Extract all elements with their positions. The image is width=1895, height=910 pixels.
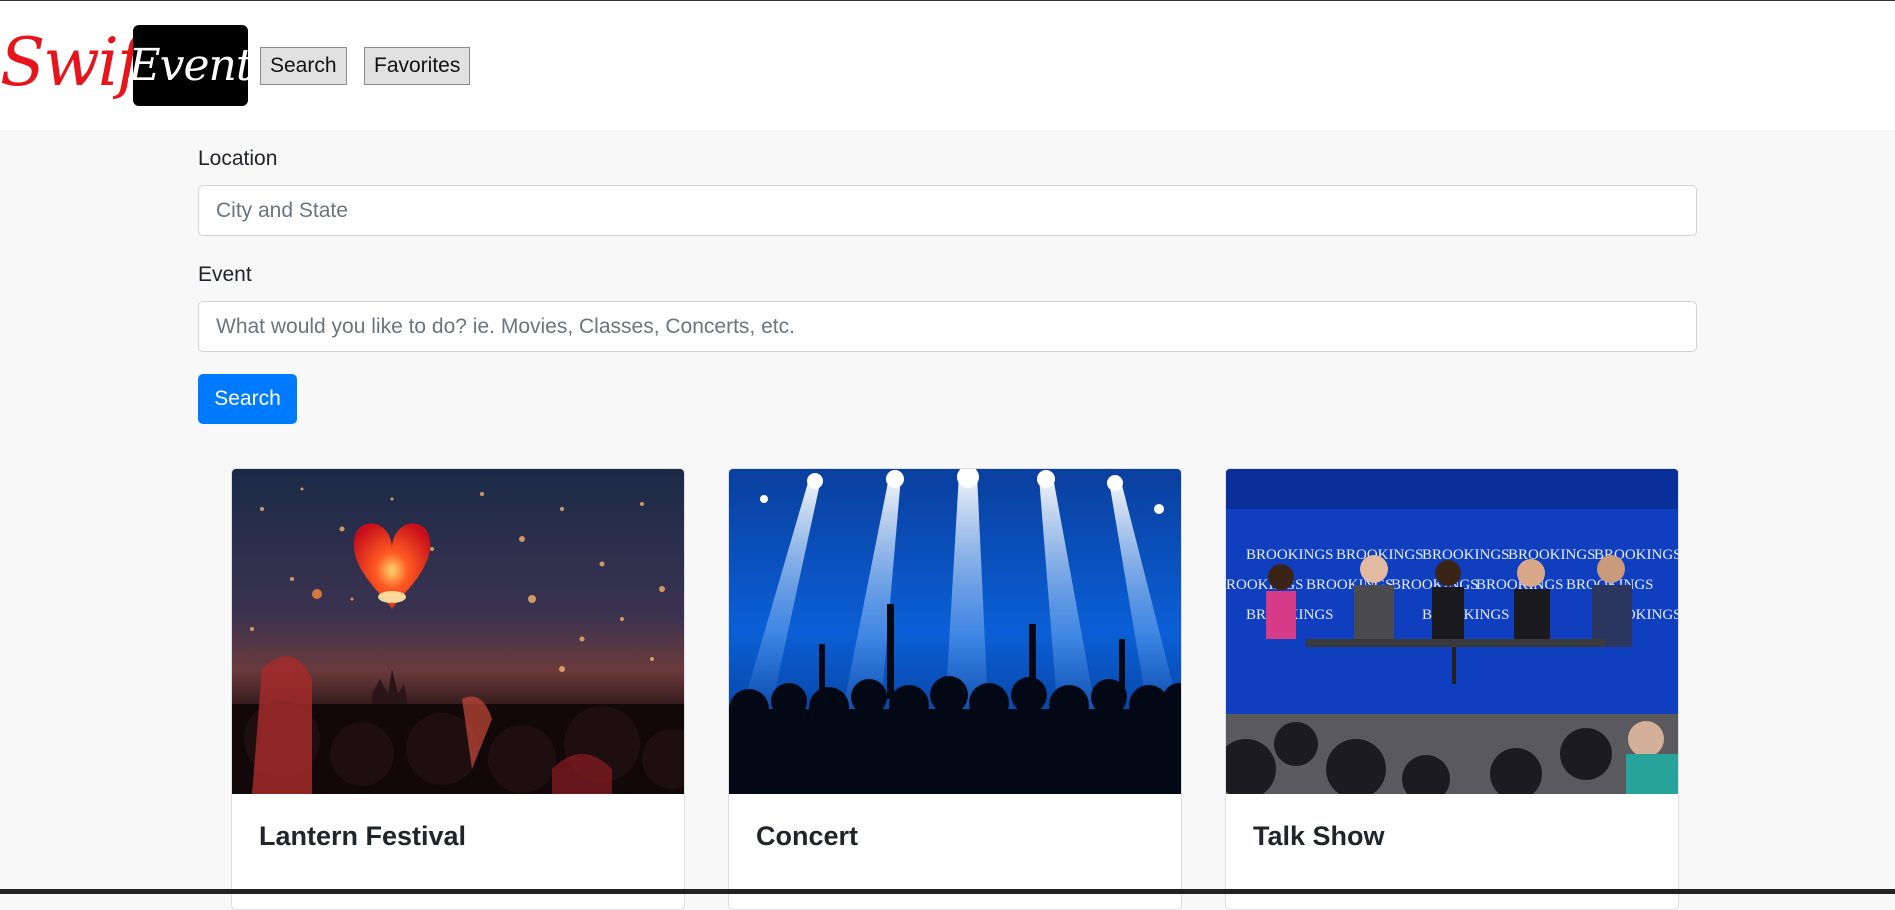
nav-favorites-button[interactable]: Favorites [364,47,471,85]
talk-show-image: BROOKINGS BROOKINGS BROOKINGS BROOKINGS … [1226,469,1678,794]
search-submit-button[interactable]: Search [198,374,297,424]
backdrop-text: BROOKINGS [1508,547,1596,563]
event-card-talk-show[interactable]: BROOKINGS BROOKINGS BROOKINGS BROOKINGS … [1225,468,1679,910]
card-title[interactable]: Talk Show [1253,821,1385,852]
card-title[interactable]: Concert [756,821,858,852]
event-input[interactable] [198,301,1697,352]
backdrop-text: BROOKINGS [1422,547,1510,563]
backdrop-text: BROOKINGS [1246,547,1334,563]
navbar: Swift Event Search Favorites [0,1,1895,130]
window-bottom-edge [0,889,1895,894]
card-title[interactable]: Lantern Festival [259,821,466,852]
event-label: Event [198,263,252,286]
event-card-concert[interactable]: Concert [728,468,1182,910]
location-label: Location [198,147,278,170]
brand-logo-event[interactable]: Event [128,25,254,106]
location-input[interactable] [198,185,1697,236]
nav-search-button[interactable]: Search [260,47,347,85]
lantern-festival-image [232,469,684,794]
concert-image [729,469,1181,794]
event-card-lantern-festival[interactable]: Lantern Festival [231,468,685,910]
